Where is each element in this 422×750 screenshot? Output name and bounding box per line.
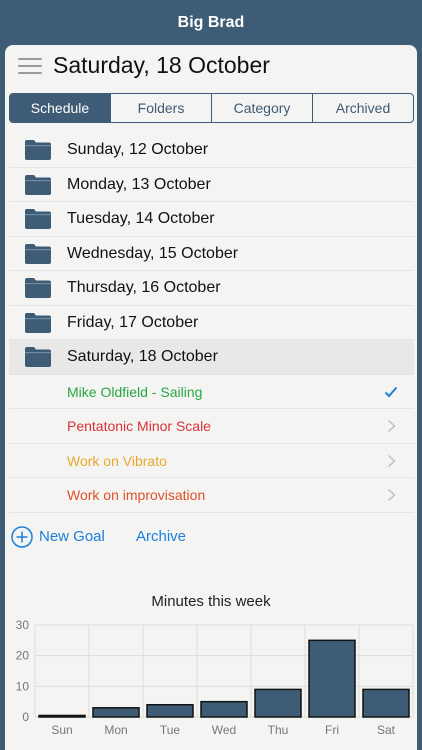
view-segmented-control: Schedule Folders Category Archived [9,93,414,123]
bar [92,707,140,718]
tab-archived[interactable]: Archived [312,94,413,122]
x-tick-label: Thu [268,723,289,737]
bar [146,703,194,718]
bar [200,700,248,718]
goal-row[interactable]: Work on improvisation [9,478,414,513]
tab-folders[interactable]: Folders [110,94,211,122]
bar [308,639,356,718]
goal-row[interactable]: Mike Oldfield - Sailing [9,375,414,409]
day-label: Sunday, 12 October [67,141,209,158]
goal-label: Mike Oldfield - Sailing [67,383,203,400]
goal-row[interactable]: Pentatonic Minor Scale [9,409,414,444]
app-title: Big Brad [177,14,245,31]
checkmark-icon [384,386,398,397]
chevron-right-icon [387,419,396,433]
archive-button[interactable]: Archive [136,525,186,549]
tab-schedule[interactable]: Schedule [10,94,110,122]
day-label: Tuesday, 14 October [67,210,215,227]
goal-label: Work on improvisation [67,487,206,503]
day-row[interactable]: Saturday, 18 October [9,340,414,375]
goal-label: Work on Vibrato [67,452,167,469]
day-label: Saturday, 18 October [67,348,218,365]
day-row[interactable]: Tuesday, 14 October [9,202,414,237]
hamburger-menu-icon[interactable] [18,53,42,75]
bar [362,688,410,718]
day-label: Monday, 13 October [67,175,211,193]
x-tick-label: Sun [51,723,72,737]
folder-icon [25,347,51,367]
x-tick-label: Tue [160,723,181,737]
goal-row[interactable]: Work on Vibrato [9,444,414,478]
schedule-list: Sunday, 12 October Monday, 13 October Tues… [9,133,414,513]
add-circle-icon[interactable] [11,526,33,548]
new-goal-button[interactable]: New Goal [39,525,105,549]
folder-icon [25,312,51,333]
folder-icon [25,174,51,195]
main-card: Saturday, 18 October Schedule Folders Ca… [5,45,417,750]
bar [254,688,302,718]
x-tick-label: Sat [377,723,396,737]
day-row[interactable]: Friday, 17 October [9,306,414,340]
day-row[interactable]: Wednesday, 15 October [9,237,414,271]
weekly-minutes-chart: 0 10 20 30 Sun Mon Tue Wed Thu Fri Sat [16,618,414,737]
chevron-right-icon [387,454,396,467]
y-tick-label: 30 [16,618,30,632]
day-row[interactable]: Sunday, 12 October [9,133,414,168]
chevron-right-icon [387,488,396,502]
action-bar: New Goal Archive [11,525,411,549]
tab-category[interactable]: Category [211,94,312,122]
folder-icon [25,278,51,298]
y-tick-label: 10 [16,679,30,693]
day-label: Thursday, 16 October [67,279,221,296]
goal-label: Pentatonic Minor Scale [67,418,211,434]
x-tick-label: Wed [212,723,236,737]
day-row[interactable]: Thursday, 16 October [9,271,414,306]
folder-icon [25,209,51,229]
folder-icon [25,243,51,264]
x-tick-label: Mon [104,723,127,737]
day-label: Friday, 17 October [67,313,199,331]
day-row[interactable]: Monday, 13 October [9,168,414,202]
x-tick-label: Fri [325,723,339,737]
chart-title: Minutes this week [151,593,271,610]
bar [38,714,86,718]
y-tick-label: 0 [22,710,29,724]
day-label: Wednesday, 15 October [67,244,239,262]
y-tick-label: 20 [16,649,30,663]
folder-icon [25,140,51,160]
page-title: Saturday, 18 October [53,52,270,78]
